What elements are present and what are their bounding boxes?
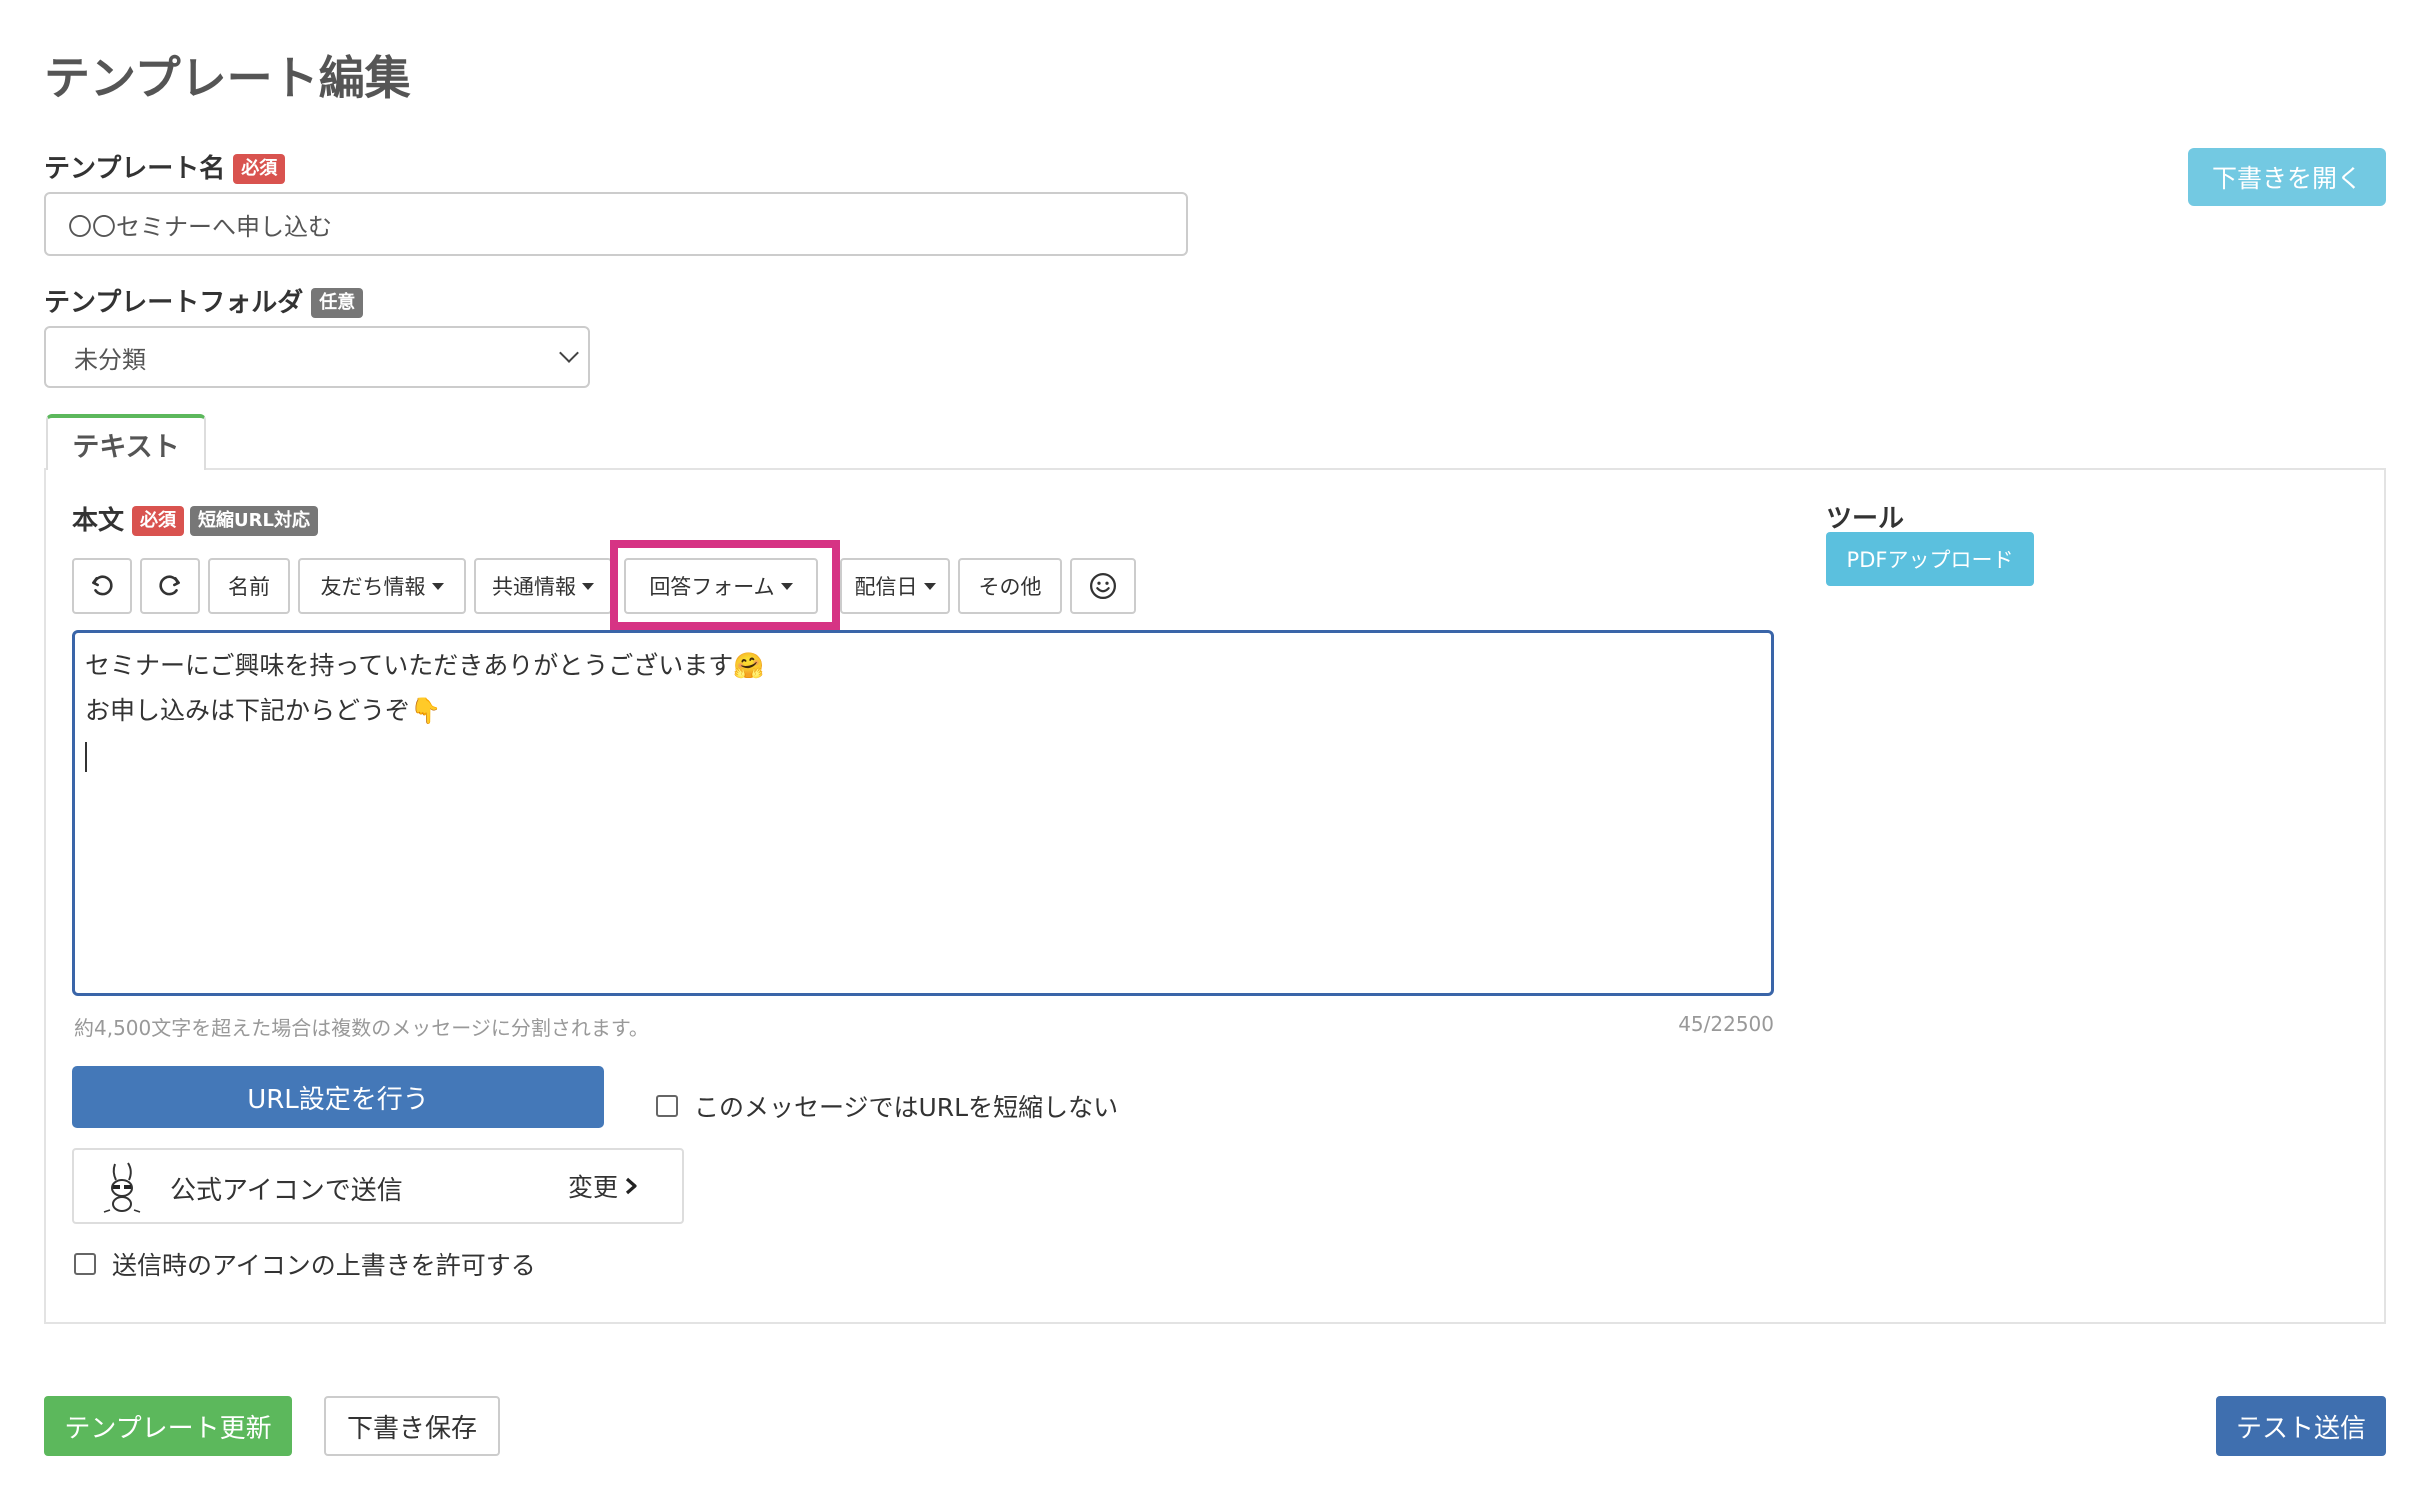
save-draft-button[interactable]: 下書き保存 xyxy=(324,1396,500,1456)
caret-down-icon xyxy=(431,582,444,590)
body-label: 本文 必須 短縮URL対応 xyxy=(72,500,318,537)
change-icon-label: 変更 xyxy=(568,1173,619,1202)
template-name-label-text: テンプレート名 xyxy=(44,154,226,184)
undo-icon xyxy=(92,575,113,596)
common-info-label: 共通情報 xyxy=(492,575,576,599)
editor-line-1: セミナーにご興味を持っていただきありがとうございます🤗 xyxy=(85,651,765,680)
required-badge: 必須 xyxy=(233,154,286,184)
character-counter: 45/22500 xyxy=(1678,1012,1774,1036)
no-shorten-url-checkbox[interactable]: このメッセージではURLを短縮しない xyxy=(656,1088,1118,1124)
tab-text[interactable]: テキスト xyxy=(46,414,206,470)
undo-button[interactable] xyxy=(72,558,132,614)
chevron-right-icon xyxy=(625,1177,637,1195)
sender-icon-box: 公式アイコンで送信 変更 xyxy=(72,1148,684,1224)
allow-icon-override-label: 送信時のアイコンの上書きを許可する xyxy=(112,1251,536,1280)
caret-down-icon xyxy=(582,582,594,590)
template-folder-selected: 未分類 xyxy=(74,345,146,374)
rabbit-avatar-icon xyxy=(103,1162,141,1213)
template-name-label: テンプレート名 必須 xyxy=(44,148,286,185)
message-body-editor[interactable]: セミナーにご興味を持っていただきありがとうございます🤗 お申し込みは下記からどう… xyxy=(72,630,1774,996)
template-folder-select[interactable]: 未分類 xyxy=(44,326,590,388)
redo-button[interactable] xyxy=(140,558,200,614)
editor-cursor-line xyxy=(85,733,1761,778)
optional-badge: 任意 xyxy=(311,288,364,318)
template-name-value: 〇〇セミナーへ申し込む xyxy=(68,212,332,241)
checkbox-box[interactable] xyxy=(656,1095,678,1117)
body-label-text: 本文 xyxy=(72,506,125,536)
editor-line-2: お申し込みは下記からどうぞ👇 xyxy=(85,696,442,725)
template-edit-page: テンプレート編集 テンプレート名 必須 〇〇セミナーへ申し込む 下書きを開く テン… xyxy=(0,0,2410,1490)
sender-icon-label: 公式アイコンで送信 xyxy=(170,1176,403,1206)
update-template-button[interactable]: テンプレート更新 xyxy=(44,1396,292,1456)
answer-form-dropdown[interactable]: 回答フォーム xyxy=(624,558,818,614)
emoji-button[interactable] xyxy=(1070,558,1136,614)
template-name-input[interactable]: 〇〇セミナーへ申し込む xyxy=(44,192,1188,256)
checkbox-box[interactable] xyxy=(74,1253,96,1275)
tools-title: ツール xyxy=(1826,504,1905,534)
friend-info-dropdown[interactable]: 友だち情報 xyxy=(298,558,466,614)
delivery-date-label: 配信日 xyxy=(854,575,918,599)
common-info-dropdown[interactable]: 共通情報 xyxy=(474,558,612,614)
name-button[interactable]: 名前 xyxy=(208,558,290,614)
delivery-date-dropdown[interactable]: 配信日 xyxy=(840,558,950,614)
change-icon-link[interactable]: 変更 xyxy=(568,1168,638,1204)
caret-down-icon xyxy=(923,582,936,590)
no-shorten-url-label: このメッセージではURLを短縮しない xyxy=(694,1093,1119,1122)
required-badge-body: 必須 xyxy=(132,506,185,536)
open-draft-button[interactable]: 下書きを開く xyxy=(2188,148,2386,206)
friend-info-label: 友だち情報 xyxy=(320,575,426,599)
url-settings-button[interactable]: URL設定を行う xyxy=(72,1066,604,1128)
smiley-icon xyxy=(1090,573,1116,599)
page-title: テンプレート編集 xyxy=(44,51,411,105)
template-folder-label: テンプレートフォルダ 任意 xyxy=(44,282,364,319)
split-hint: 約4,500文字を超えた場合は複数のメッセージに分割されます。 xyxy=(74,1016,649,1040)
template-folder-label-text: テンプレートフォルダ xyxy=(44,288,304,318)
pdf-upload-button[interactable]: PDFアップロード xyxy=(1826,532,2034,586)
redo-icon xyxy=(159,575,180,596)
short-url-badge: 短縮URL対応 xyxy=(190,506,318,536)
caret-down-icon xyxy=(780,582,793,590)
other-button[interactable]: その他 xyxy=(958,558,1062,614)
text-cursor xyxy=(85,742,87,772)
allow-icon-override-checkbox[interactable]: 送信時のアイコンの上書きを許可する xyxy=(74,1246,536,1282)
test-send-button[interactable]: テスト送信 xyxy=(2216,1396,2386,1456)
answer-form-label: 回答フォーム xyxy=(649,575,775,599)
chevron-down-icon xyxy=(559,343,579,363)
